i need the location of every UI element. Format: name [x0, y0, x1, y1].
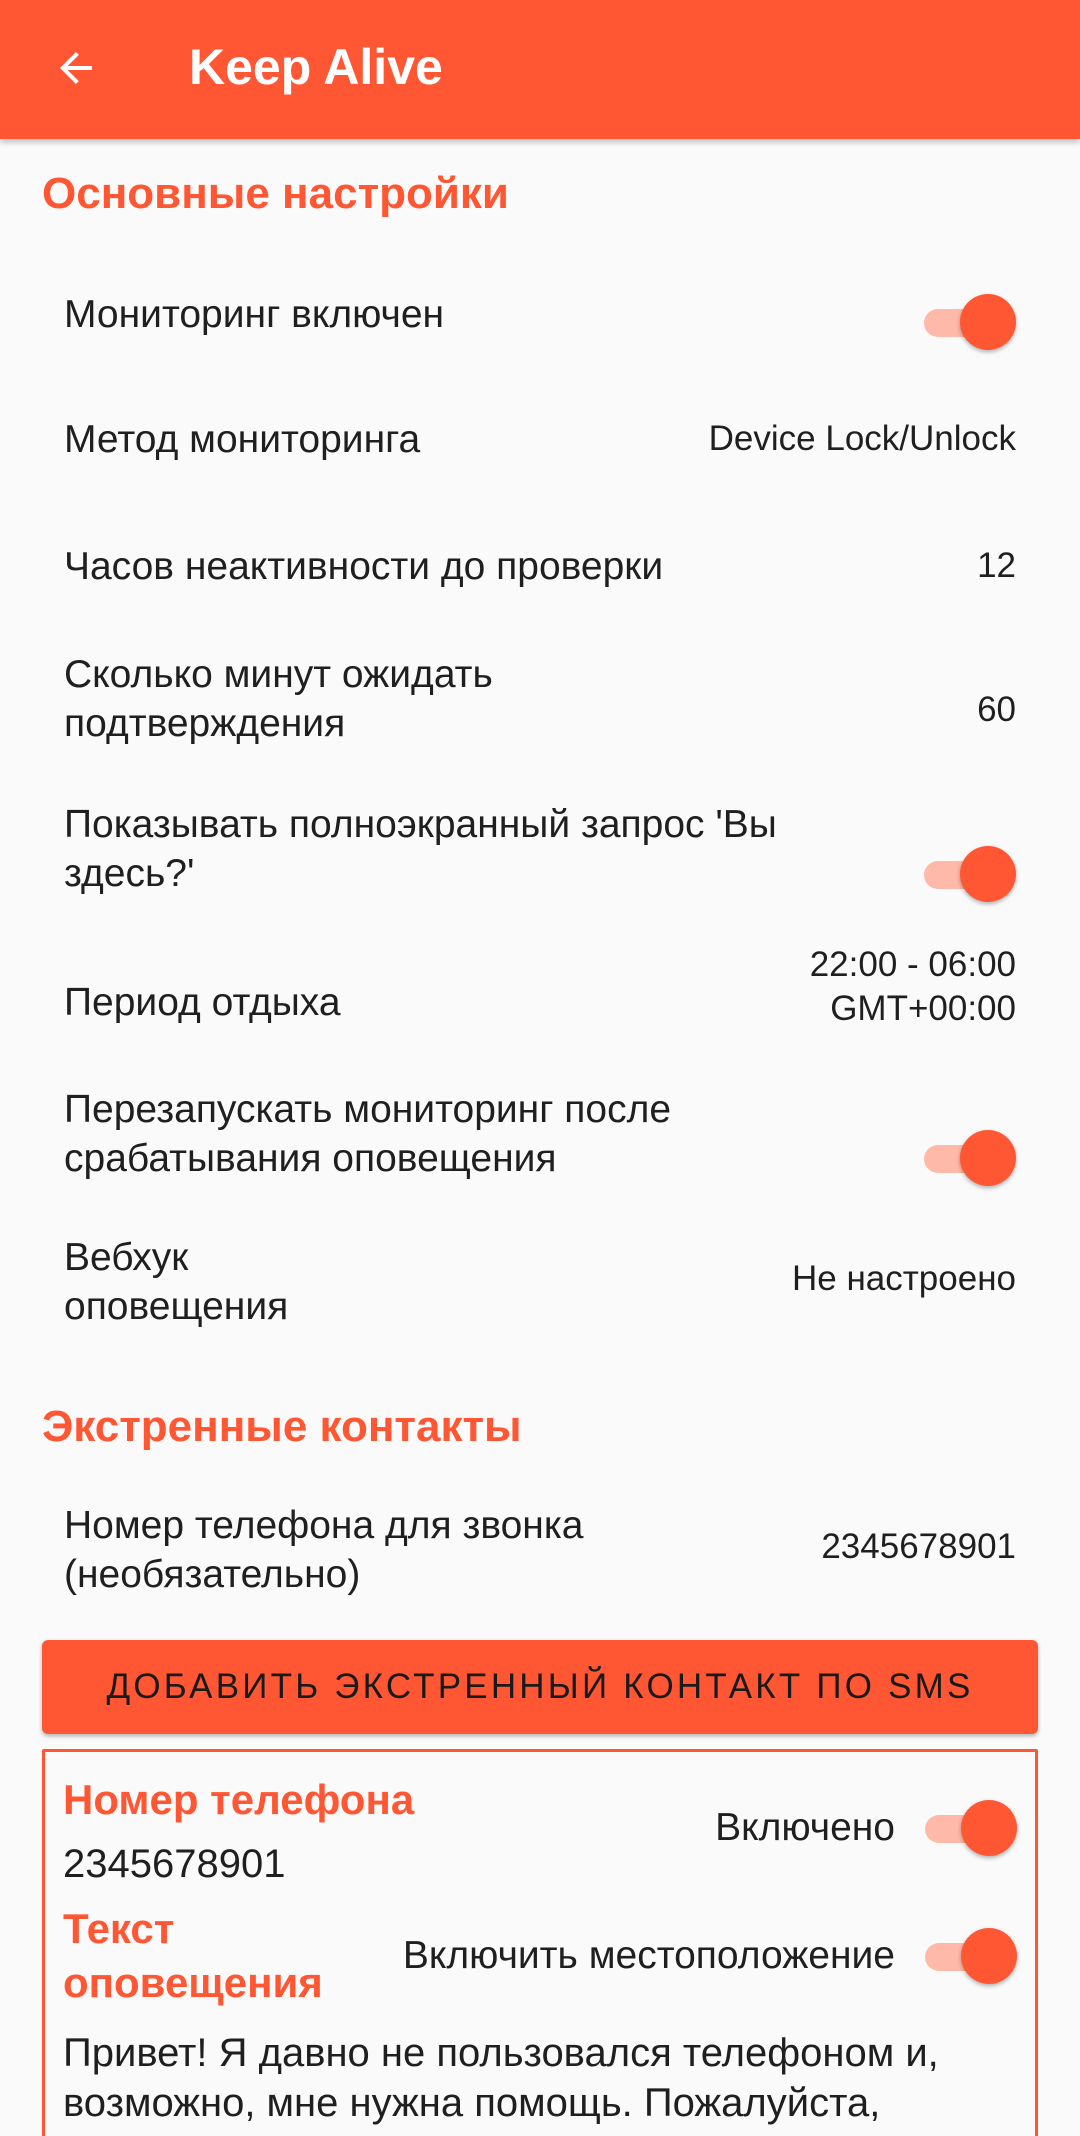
- setting-fullscreen-prompt[interactable]: Показывать полноэкранный запрос 'Вы здес…: [0, 789, 1080, 929]
- setting-wait-minutes[interactable]: Сколько минут ожидать подтверждения 60: [0, 639, 1080, 779]
- setting-call-phone-title-line2: (необязательно): [64, 1553, 361, 1596]
- switch-thumb: [961, 1800, 1017, 1856]
- setting-restart-monitoring[interactable]: Перезапускать мониторинг после срабатыва…: [0, 1074, 1080, 1214]
- app-bar: Keep Alive: [0, 0, 1080, 139]
- setting-wait-minutes-value: 60: [977, 690, 1016, 729]
- setting-call-phone-title-line1: Номер телефона для звонка: [64, 1504, 584, 1547]
- setting-call-phone[interactable]: Номер телефона для звонка (необязательно…: [0, 1491, 1080, 1631]
- setting-webhook-title: Вебхук оповещения: [64, 1233, 288, 1331]
- sms-contact-card: Номер телефона 2345678901 Включено Текст…: [42, 1749, 1038, 2136]
- setting-webhook[interactable]: Вебхук оповещения Не настроено: [0, 1222, 1080, 1362]
- alert-text-label: Текст оповещения: [63, 1902, 323, 2010]
- setting-restart-monitoring-title-line1: Перезапускать мониторинг после: [64, 1088, 672, 1131]
- setting-inactivity-hours-value: 12: [977, 546, 1016, 585]
- contact-enabled-switch[interactable]: [925, 1798, 1017, 1858]
- restart-monitoring-switch[interactable]: [924, 1128, 1016, 1188]
- setting-call-phone-title: Номер телефона для звонка (необязательно…: [64, 1501, 583, 1599]
- switch-thumb: [960, 846, 1016, 902]
- setting-rest-period-value-line1: 22:00 - 06:00: [809, 945, 1016, 984]
- setting-fullscreen-prompt-title: Показывать полноэкранный запрос 'Вы здес…: [64, 800, 777, 898]
- setting-inactivity-hours-title: Часов неактивности до проверки: [64, 545, 664, 588]
- section-header-emergency: Экстренные контакты: [42, 1402, 522, 1451]
- setting-restart-monitoring-title: Перезапускать мониторинг после срабатыва…: [64, 1085, 671, 1183]
- alert-text-message[interactable]: Привет! Я давно не пользовался телефоном…: [63, 2028, 939, 2128]
- setting-rest-period-value: 22:00 - 06:00 GMT+00:00: [810, 943, 1016, 1031]
- setting-wait-minutes-title-line2: подтверждения: [64, 702, 346, 745]
- setting-call-phone-value: 2345678901: [821, 1527, 1016, 1566]
- monitoring-enabled-switch[interactable]: [924, 292, 1016, 352]
- contact-phone-label: Номер телефона: [63, 1776, 415, 1823]
- setting-wait-minutes-title: Сколько минут ожидать подтверждения: [64, 650, 493, 748]
- add-sms-contact-button[interactable]: ДОБАВИТЬ ЭКСТРЕННЫЙ КОНТАКТ ПО SMS: [42, 1640, 1038, 1734]
- setting-monitoring-enabled[interactable]: Мониторинг включен: [0, 267, 1080, 377]
- setting-rest-period-title: Период отдыха: [64, 981, 341, 1024]
- switch-thumb: [960, 294, 1016, 350]
- setting-wait-minutes-title-line1: Сколько минут ожидать: [64, 653, 493, 696]
- contact-phone-value[interactable]: 2345678901: [63, 1839, 285, 1889]
- setting-monitoring-method-title: Метод мониторинга: [64, 418, 421, 461]
- setting-monitoring-enabled-title: Мониторинг включен: [64, 293, 445, 336]
- alert-text-label-line2: оповещения: [63, 1959, 323, 2006]
- alert-text-line2: возможно, мне нужна помощь. Пожалуйста,: [63, 2081, 881, 2125]
- setting-rest-period-value-line2: GMT+00:00: [830, 989, 1016, 1028]
- include-location-label: Включить местоположение: [402, 1934, 895, 1977]
- setting-webhook-value: Не настроено: [792, 1259, 1016, 1298]
- alert-text-label-line1: Текст: [63, 1905, 175, 1952]
- switch-thumb: [961, 1928, 1017, 1984]
- setting-monitoring-method-value: Device Lock/Unlock: [708, 419, 1016, 458]
- arrow-back-icon: [60, 52, 92, 84]
- setting-fullscreen-prompt-title-line1: Показывать полноэкранный запрос 'Вы: [64, 803, 777, 846]
- setting-monitoring-method[interactable]: Метод мониторинга Device Lock/Unlock: [0, 392, 1080, 502]
- app-title: Keep Alive: [189, 39, 443, 95]
- fullscreen-prompt-switch[interactable]: [924, 844, 1016, 904]
- back-button[interactable]: [44, 36, 108, 100]
- switch-thumb: [960, 1130, 1016, 1186]
- settings-list[interactable]: Основные настройки Мониторинг включен Ме…: [0, 139, 1080, 2136]
- setting-restart-monitoring-title-line2: срабатывания оповещения: [64, 1137, 557, 1180]
- setting-fullscreen-prompt-title-line2: здесь?': [64, 852, 195, 895]
- setting-rest-period[interactable]: Период отдыха 22:00 - 06:00 GMT+00:00: [0, 934, 1080, 1074]
- setting-webhook-title-line1: Вебхук: [64, 1236, 189, 1279]
- section-header-basic: Основные настройки: [42, 169, 509, 218]
- contact-enabled-label: Включено: [715, 1806, 895, 1849]
- setting-inactivity-hours[interactable]: Часов неактивности до проверки 12: [0, 519, 1080, 629]
- include-location-switch[interactable]: [925, 1926, 1017, 1986]
- setting-webhook-title-line2: оповещения: [64, 1285, 289, 1328]
- alert-text-line1: Привет! Я давно не пользовался телефоном…: [63, 2031, 939, 2075]
